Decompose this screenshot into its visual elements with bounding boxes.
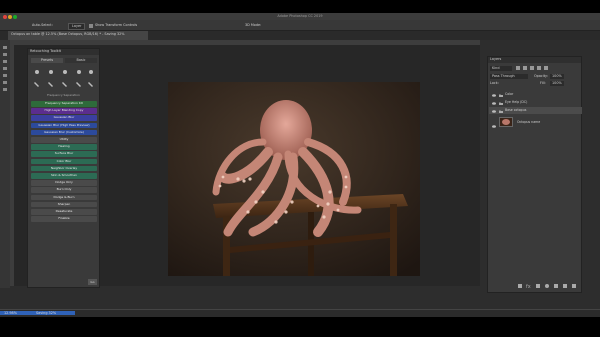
opacity-label: Opacity: <box>534 74 548 78</box>
title-bar: Adobe Photoshop CC 2019 <box>0 13 600 20</box>
close-window-icon[interactable] <box>3 14 7 19</box>
layer-row[interactable]: Color <box>489 91 582 98</box>
action-button[interactable]: Sharpen <box>31 201 97 208</box>
layer-row[interactable]: Eye Help (DC) <box>489 99 582 106</box>
octopus-image <box>168 82 420 276</box>
search-icon[interactable] <box>568 23 573 38</box>
auto-select-dropdown[interactable]: Layer <box>68 23 86 31</box>
status-info: Saving 32% <box>36 311 57 315</box>
action-button[interactable]: Healing <box>31 144 97 150</box>
lock-label: Lock: <box>490 81 499 85</box>
layers-panel: Layers Kind Pass Through Opacity: 100% L… <box>487 56 582 293</box>
panel-header: Retouching Toolkit <box>28 49 99 55</box>
action-button[interactable]: Frequency Separation Kit <box>31 101 97 107</box>
action-button[interactable]: Color Blur <box>31 158 97 165</box>
eye-icon[interactable] <box>492 93 496 97</box>
action-button[interactable]: Surface Blur <box>31 151 97 157</box>
action-button[interactable]: Gaussian Blur (Customize) <box>31 129 97 136</box>
layer-name: Eye Help (DC) <box>505 100 528 104</box>
tools-panel <box>0 40 10 288</box>
align-icons[interactable] <box>150 24 230 39</box>
status-bar: 12.98% Saving 32% <box>0 309 600 317</box>
show-transform-checkbox[interactable] <box>89 24 93 28</box>
layer-row[interactable]: Octopus name <box>489 115 582 129</box>
workspace-icon[interactable] <box>578 23 583 38</box>
layer-thumbnail <box>499 117 513 127</box>
options-bar: Auto-Select: Layer Show Transform Contro… <box>0 20 600 39</box>
folder-icon <box>499 93 503 97</box>
3d-mode-label: 3D Mode: <box>245 23 262 27</box>
app-title: Adobe Photoshop CC 2019 <box>277 14 323 18</box>
layer-name: Color <box>505 92 514 96</box>
retouching-panel: Retouching Toolkit Presets Basic Frequen… <box>27 48 100 288</box>
blend-mode-dropdown[interactable]: Pass Through <box>490 74 528 79</box>
layers-title: Layers <box>488 57 581 63</box>
svg-text:fx: fx <box>526 284 531 289</box>
tab-presets[interactable]: Presets <box>31 58 63 63</box>
action-button[interactable]: Utility <box>31 137 97 143</box>
opacity-field[interactable]: 100% <box>550 74 564 80</box>
layer-row-selected[interactable]: Base octopus <box>489 107 582 114</box>
action-button[interactable]: Neighbor Overlay <box>31 165 97 172</box>
document-tab[interactable]: Octopus on table @ 12.5% (Base Octopus, … <box>8 31 148 40</box>
tool-icons[interactable] <box>0 44 10 104</box>
tab-basic[interactable]: Basic <box>65 58 97 63</box>
folder-icon <box>499 109 503 113</box>
document-canvas[interactable] <box>168 82 420 276</box>
action-button[interactable]: High Layer Blending Copy <box>31 108 97 114</box>
filter-icons[interactable] <box>516 66 556 71</box>
eye-icon[interactable] <box>492 109 496 113</box>
show-transform-label: Show Transform Controls <box>95 23 138 27</box>
fill-field[interactable]: 100% <box>550 81 564 87</box>
fill-label: Fill: <box>540 81 546 85</box>
go-button[interactable]: Go <box>88 279 97 285</box>
layer-name: Octopus name <box>517 120 541 124</box>
move-tool-icon[interactable] <box>13 23 18 38</box>
action-button[interactable]: Burn Only <box>31 187 97 193</box>
brush-tool-icons[interactable] <box>31 67 97 89</box>
eye-icon[interactable] <box>492 120 496 128</box>
section-title: Frequency Separation <box>47 93 80 97</box>
home-icon[interactable] <box>4 23 9 38</box>
action-button[interactable]: Gaussian Blur <box>31 115 97 121</box>
action-button[interactable]: Skin & Smoothen <box>31 173 97 179</box>
action-button[interactable]: Desaturate <box>31 209 97 215</box>
minimize-window-icon[interactable] <box>8 14 12 19</box>
eye-icon[interactable] <box>492 101 496 105</box>
layer-name: Base octopus <box>505 108 527 112</box>
action-button[interactable]: Finalize <box>31 216 97 222</box>
zoom-level[interactable]: 12.98% <box>4 311 17 315</box>
share-icon[interactable] <box>588 23 593 38</box>
maximize-window-icon[interactable] <box>13 14 17 19</box>
action-button[interactable]: Dodge & Burn <box>31 194 97 201</box>
action-button[interactable]: Dodge Only <box>31 180 97 186</box>
auto-select-label: Auto-Select: <box>32 23 53 27</box>
action-button[interactable]: Gaussian Blur (High Pass Preview) <box>31 122 97 129</box>
folder-icon <box>499 101 503 105</box>
layer-filter-kind[interactable]: Kind <box>490 66 512 71</box>
layer-action-icons[interactable]: fx <box>518 283 580 289</box>
